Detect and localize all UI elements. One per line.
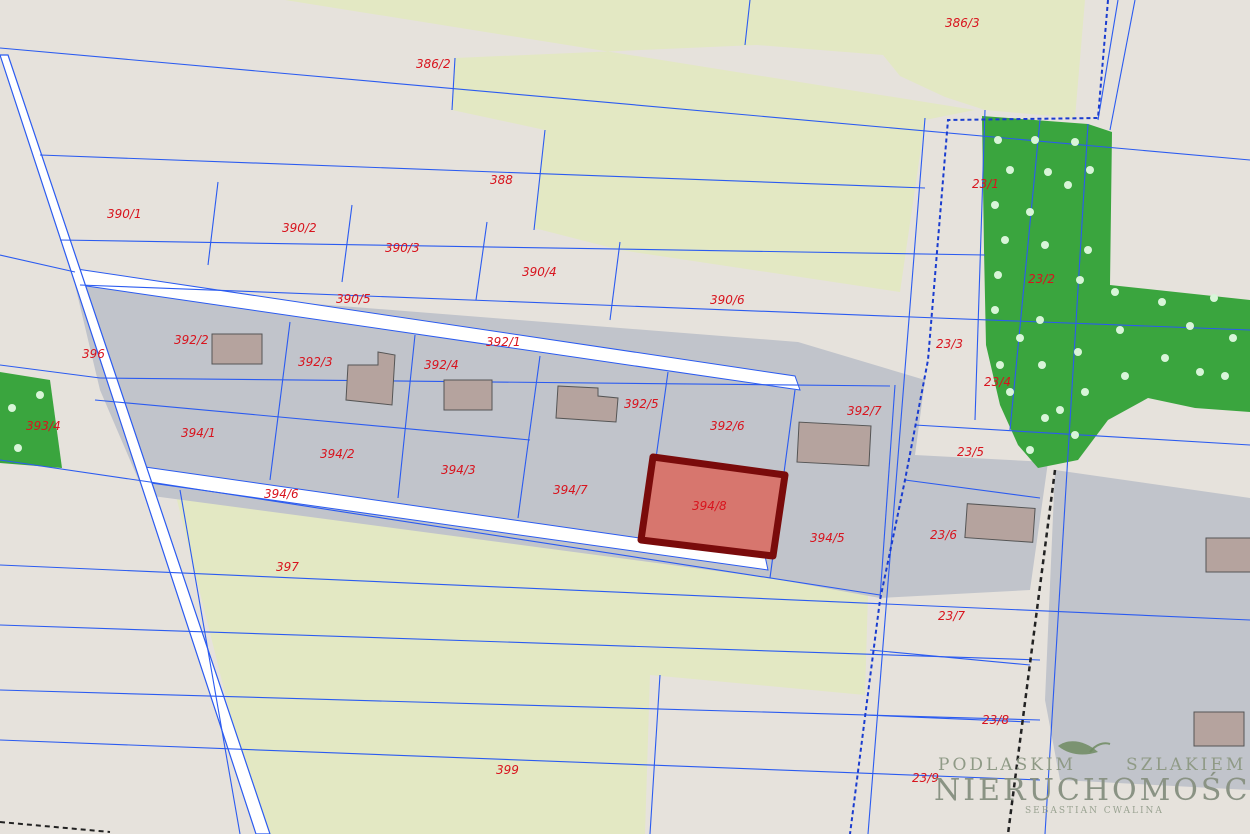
parcel-label-392-3: 392/3 — [298, 355, 333, 369]
building-23-6 — [964, 503, 1036, 543]
parcel-label-399: 399 — [496, 763, 519, 777]
parcel-label-397: 397 — [276, 560, 299, 574]
building-392-7 — [796, 421, 872, 467]
cadastral-map[interactable]: 386/2 386/3 388 390/1 390/2 390/3 390/4 … — [0, 0, 1250, 834]
parcel-label-394-1: 394/1 — [181, 426, 216, 440]
parcel-label-392-7: 392/7 — [847, 404, 882, 418]
parcel-label-393-4: 393/4 — [26, 419, 61, 433]
parcel-label-392-4: 392/4 — [424, 358, 459, 372]
parcel-label-23-5: 23/5 — [957, 445, 984, 459]
parcel-label-392-1: 392/1 — [486, 335, 521, 349]
parcel-label-394-7: 394/7 — [553, 483, 588, 497]
watermark-main: NIERUCHOMOŚCI — [934, 771, 1250, 808]
watermark-author: SEBASTIAN CWALINA — [1025, 806, 1164, 816]
parcel-label-23-7: 23/7 — [938, 609, 965, 623]
parcel-label-23-1: 23/1 — [972, 177, 999, 191]
parcel-label-394-5: 394/5 — [810, 531, 845, 545]
building-east-1 — [1205, 537, 1250, 573]
watermark-top-left: PODLASKIM — [938, 755, 1076, 775]
parcel-label-390-6: 390/6 — [710, 293, 745, 307]
building-east-2 — [1193, 711, 1245, 747]
parcel-label-390-3: 390/3 — [385, 241, 420, 255]
watermark-top-right: SZLAKIEM — [1126, 755, 1246, 775]
parcel-label-388: 388 — [490, 173, 513, 187]
parcel-label-390-4: 390/4 — [522, 265, 557, 279]
parcel-label-394-3: 394/3 — [441, 463, 476, 477]
parcel-label-392-2: 392/2 — [174, 333, 209, 347]
parcel-label-394-8: 394/8 — [692, 499, 727, 513]
parcel-label-23-2: 23/2 — [1028, 272, 1055, 286]
parcel-label-394-6: 394/6 — [264, 487, 299, 501]
parcel-label-396: 396 — [82, 347, 105, 361]
parcel-label-392-5: 392/5 — [624, 397, 659, 411]
parcel-label-23-3: 23/3 — [936, 337, 963, 351]
parcel-label-386-2: 386/2 — [416, 57, 451, 71]
parcel-label-394-2: 394/2 — [320, 447, 355, 461]
parcel-label-390-5: 390/5 — [336, 292, 371, 306]
parcel-label-390-2: 390/2 — [282, 221, 317, 235]
parcel-label-392-6: 392/6 — [710, 419, 745, 433]
parcel-label-23-6: 23/6 — [930, 528, 957, 542]
parcel-label-23-8: 23/8 — [982, 713, 1009, 727]
building-392-2 — [211, 333, 263, 365]
building-392-4 — [443, 379, 493, 411]
parcel-label-23-4: 23/4 — [984, 375, 1011, 389]
parcel-label-386-3: 386/3 — [945, 16, 980, 30]
parcel-label-390-1: 390/1 — [107, 207, 142, 221]
